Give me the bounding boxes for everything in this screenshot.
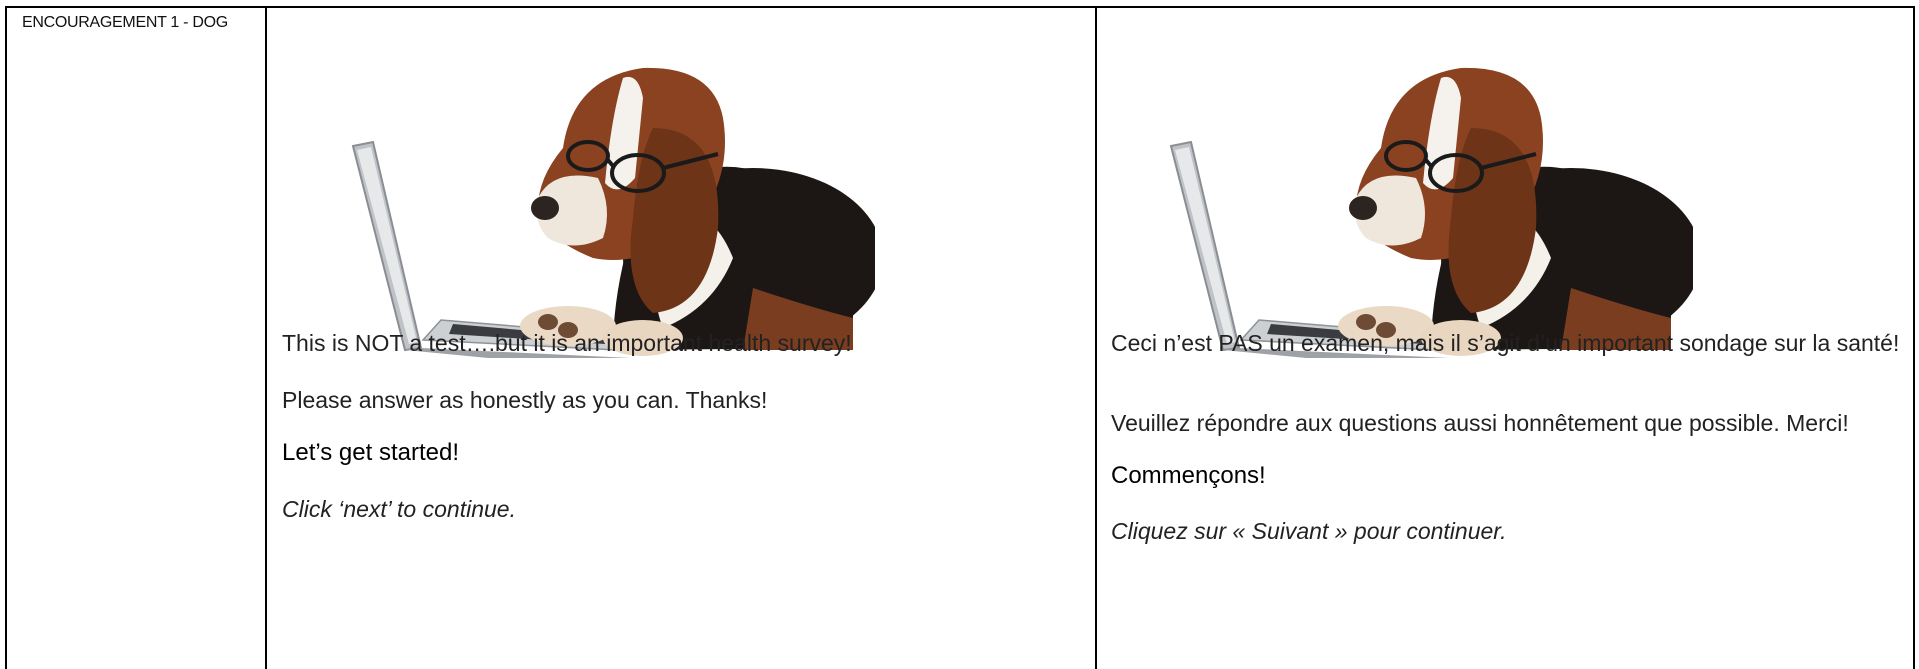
french-column: Ceci n’est PAS un examen, mais il s’agit… [1097, 8, 1913, 669]
french-instruction: Cliquez sur « Suivant » pour continuer. [1111, 518, 1507, 544]
french-heading: Commençons! [1111, 462, 1266, 489]
content-table: ENCOURAGEMENT 1 - DOG This is NOT a test… [5, 6, 1915, 669]
english-column: This is NOT a test….but it is an importa… [267, 8, 1097, 669]
english-heading: Let’s get started! [282, 439, 459, 466]
dog-with-laptop-image [1169, 67, 1693, 358]
dog-with-laptop-image [351, 67, 875, 358]
english-line-1: This is NOT a test….but it is an importa… [282, 330, 852, 356]
english-instruction: Click ‘next’ to continue. [282, 496, 516, 522]
english-line-2: Please answer as honestly as you can. Th… [282, 387, 768, 413]
french-line-2: Veuillez répondre aux questions aussi ho… [1111, 410, 1849, 436]
row-label: ENCOURAGEMENT 1 - DOG [22, 14, 228, 31]
label-column: ENCOURAGEMENT 1 - DOG [7, 8, 267, 669]
french-line-1: Ceci n’est PAS un examen, mais il s’agit… [1111, 330, 1900, 356]
